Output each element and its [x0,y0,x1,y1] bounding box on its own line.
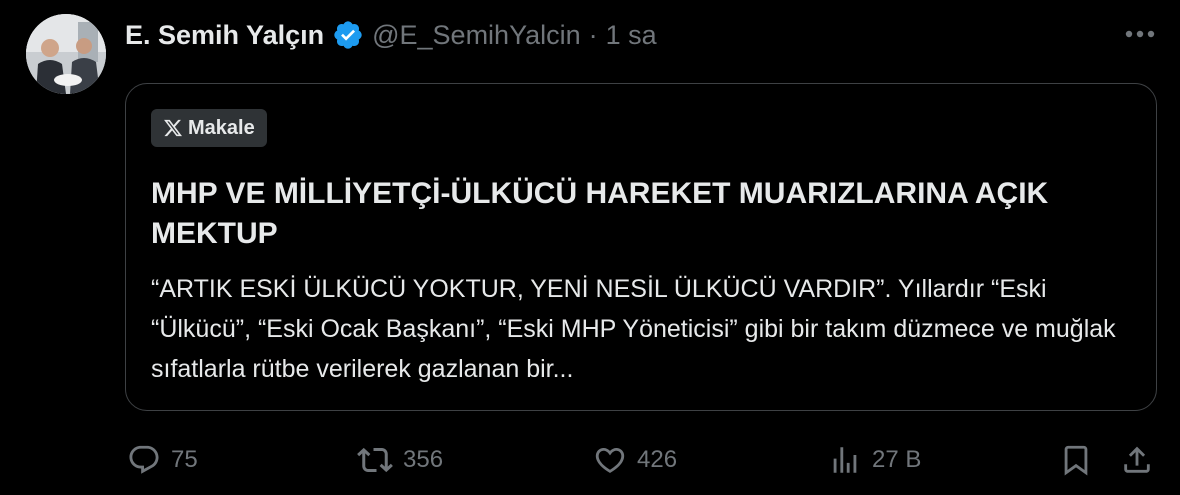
header-separator: · [588,19,598,50]
author-name[interactable]: E. Semih Yalçın [125,20,324,51]
article-title: MHP VE MİLLİYETÇİ-ÜLKÜCÜ HAREKET MUARIZL… [151,177,1049,250]
repost-count: 356 [403,446,444,473]
bookmark-button[interactable] [1059,440,1093,480]
share-icon [1120,443,1154,477]
bookmark-icon [1059,443,1093,477]
avatar[interactable] [26,14,106,94]
heart-icon [593,443,627,477]
like-button[interactable]: 426 [593,440,677,480]
avatar-photo [26,14,106,94]
article-excerpt: “ARTIK ESKİ ÜLKÜCÜ YOKTUR, YENİ NESİL ÜL… [151,275,1116,383]
action-bar: 75 356 426 27 B [125,440,1160,480]
repost-button[interactable]: 356 [357,440,443,480]
reply-icon [127,443,161,477]
reply-count: 75 [171,446,198,473]
tweet-header: E. Semih Yalçın @E_SemihYalcin · 1 sa [125,15,657,55]
author-handle[interactable]: @E_SemihYalcin [372,20,581,51]
views-icon [828,443,862,477]
tweet-timestamp[interactable]: 1 sa [606,20,657,51]
more-icon[interactable] [1122,22,1158,46]
repost-icon [357,442,393,478]
views-button[interactable]: 27 B [828,440,921,480]
verified-badge-icon[interactable] [332,19,364,51]
share-button[interactable] [1120,440,1154,480]
views-count: 27 B [872,446,922,473]
article-badge-label: Makale [188,116,255,139]
article-badge: Makale [151,109,267,147]
like-count: 426 [637,446,678,473]
x-logo-icon [163,118,183,138]
article-card[interactable]: Makale MHP VE MİLLİYETÇİ-ÜLKÜCÜ HAREKET … [125,83,1157,411]
reply-button[interactable]: 75 [127,440,198,480]
tweet[interactable]: E. Semih Yalçın @E_SemihYalcin · 1 sa Ma… [0,0,1180,495]
